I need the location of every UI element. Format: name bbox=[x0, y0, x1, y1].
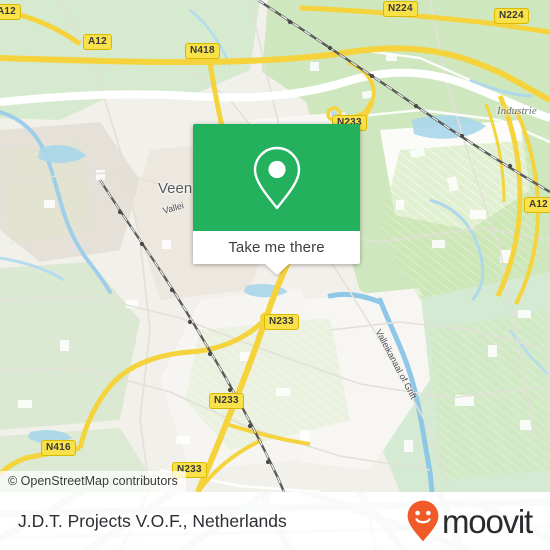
take-me-there-label: Take me there bbox=[228, 239, 325, 256]
road-shield-a12[interactable]: A12 bbox=[83, 34, 112, 50]
road-shield-n233[interactable]: N233 bbox=[209, 393, 244, 409]
road-shield-n224[interactable]: N224 bbox=[383, 1, 418, 17]
road-shield-n416[interactable]: N416 bbox=[41, 440, 76, 456]
road-shield-n233[interactable]: N233 bbox=[264, 314, 299, 330]
road-shield-n418[interactable]: N418 bbox=[185, 43, 220, 59]
moovit-pin-smiley-icon bbox=[407, 500, 439, 542]
road-shield-a12[interactable]: A12 bbox=[0, 4, 21, 20]
map-attribution[interactable]: © OpenStreetMap contributors bbox=[0, 471, 186, 492]
popup-image-area bbox=[193, 124, 360, 231]
popup-pointer-tip bbox=[264, 264, 289, 275]
moovit-wordmark: moovit bbox=[442, 502, 533, 540]
road-shield-a12[interactable]: A12 bbox=[524, 197, 550, 213]
moovit-logo[interactable]: moovit bbox=[407, 492, 533, 550]
map-place-label: Veen bbox=[158, 180, 193, 197]
moovit-map-screenshot: Veen Industrie Vallei Valleikanaal of Gr… bbox=[0, 0, 550, 550]
footer-bar: J.D.T. Projects V.O.F., Netherlands moov… bbox=[0, 492, 550, 550]
location-popup-card[interactable]: Take me there bbox=[193, 124, 360, 275]
map-area-label: Industrie bbox=[497, 105, 537, 117]
road-shield-n224[interactable]: N224 bbox=[494, 8, 529, 24]
map-pin-icon bbox=[253, 146, 300, 209]
map-canvas[interactable]: Veen Industrie Vallei Valleikanaal of Gr… bbox=[0, 0, 550, 492]
page-title: J.D.T. Projects V.O.F., Netherlands bbox=[18, 510, 287, 531]
take-me-there-button[interactable]: Take me there bbox=[193, 231, 360, 275]
